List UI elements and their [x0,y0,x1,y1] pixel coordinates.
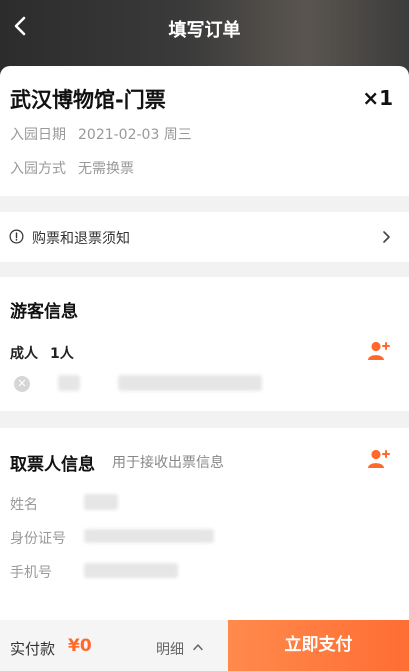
pay-amount: ¥0 [68,636,92,656]
ticket-card: 武汉博物馆-门票 ×1 入园日期 2021-02-03 周三 入园方式 无需换票 [0,66,409,196]
entry-method-value: 无需换票 [78,161,134,177]
chevron-up-icon[interactable] [192,642,204,652]
ticket-quantity: ×1 [362,86,393,110]
entry-method-row: 入园方式 无需换票 [10,158,134,178]
guest-info-section: 游客信息 成人 1人 ✕ [0,277,409,411]
guest-section-title: 游客信息 [10,302,78,322]
visit-date-value: 2021-02-03 周三 [78,127,192,143]
id-field-label: 身份证号 [10,531,66,547]
phone-field-label: 手机号 [10,565,52,581]
visit-date-label: 入园日期 [10,127,66,143]
ticket-notice-row[interactable]: 购票和退票须知 [0,212,409,262]
add-person-icon[interactable] [367,340,391,362]
visit-date-row: 入园日期 2021-02-03 周三 [10,124,192,144]
name-field-label: 姓名 [10,497,38,513]
pay-now-button[interactable]: 立即支付 [228,620,409,671]
picker-section-title: 取票人信息 [10,455,95,475]
add-person-icon[interactable] [367,448,391,470]
notice-label: 购票和退票须知 [32,231,130,247]
adult-count: 1人 [50,346,74,362]
page-title: 填写订单 [168,20,241,41]
adult-label: 成人 [10,346,38,362]
checkout-bar: 实付款 ¥0 明细 立即支付 [0,620,409,671]
remove-circle-icon[interactable]: ✕ [14,376,30,392]
details-toggle[interactable]: 明细 [156,639,184,659]
pay-label: 实付款 [10,640,56,658]
picker-subtitle: 用于接收出票信息 [112,455,224,471]
id-field[interactable] [84,529,214,543]
adult-count-row: 成人 1人 [10,343,74,363]
phone-field[interactable] [84,563,178,578]
chevron-right-icon [383,231,390,243]
name-field[interactable] [84,494,118,510]
entry-method-label: 入园方式 [10,161,66,177]
guest-id-redacted [118,375,262,391]
ticket-picker-section: 取票人信息 用于接收出票信息 姓名 身份证号 手机号 [0,428,409,620]
guest-name-redacted [58,375,80,391]
ticket-name: 武汉博物馆-门票 [10,88,166,112]
info-circle-icon [9,229,24,244]
